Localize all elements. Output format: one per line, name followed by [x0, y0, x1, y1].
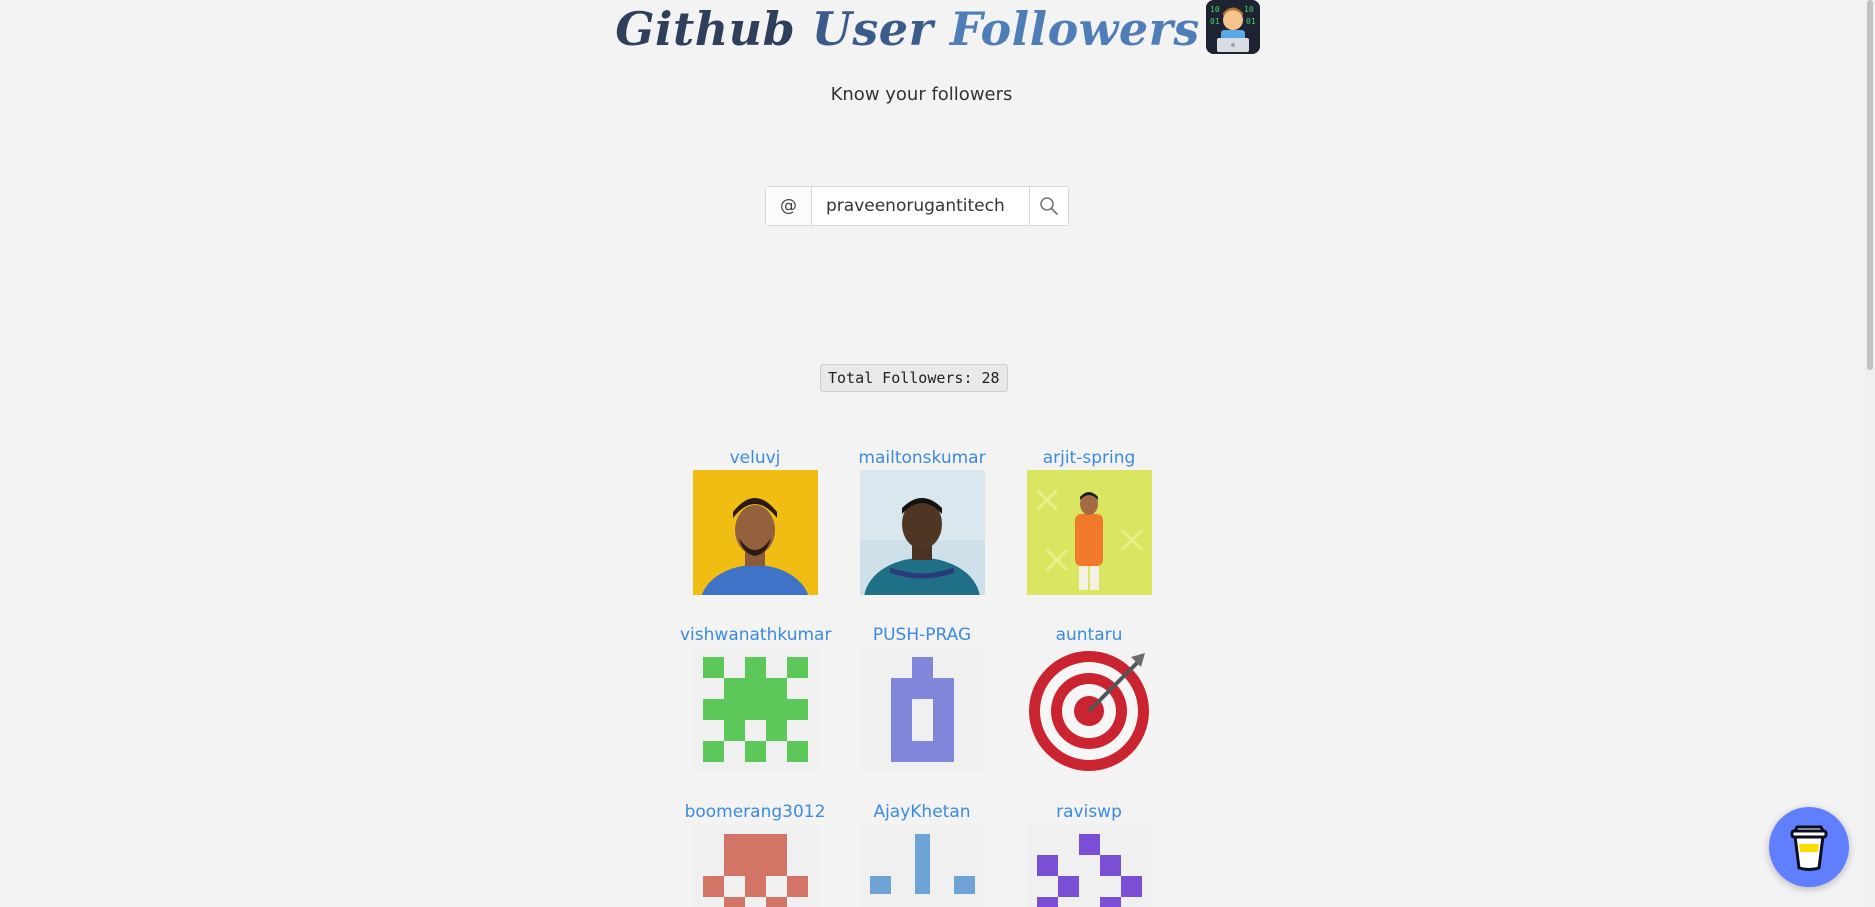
follower-login-link[interactable]: auntaru — [1014, 623, 1164, 647]
follower-avatar[interactable] — [859, 647, 985, 772]
follower-avatar[interactable] — [692, 470, 818, 595]
follower-avatar[interactable] — [859, 824, 985, 907]
follower-avatar[interactable] — [1026, 647, 1152, 772]
follower-login-link[interactable]: PUSH-PRAG — [847, 623, 997, 647]
search-prefix: @ — [766, 187, 812, 225]
follower-avatar[interactable] — [692, 824, 818, 907]
follower-avatar[interactable] — [1026, 470, 1152, 595]
follower-login-link[interactable]: vishwanathkumar — [680, 623, 831, 647]
title-word-user: User — [811, 2, 934, 56]
total-followers-badge: Total Followers: 28 — [820, 364, 1008, 392]
header: Github User Followers 10 10 01 01 — [0, 0, 1875, 60]
follower-card: veluvj — [680, 446, 830, 595]
technologist-emoji-icon: 10 10 01 01 — [1205, 0, 1260, 54]
page: Github User Followers 10 10 01 01 Know y… — [0, 0, 1875, 907]
title-word-followers: Followers — [949, 2, 1200, 56]
svg-text:10: 10 — [1210, 5, 1220, 14]
buy-me-a-coffee-button[interactable] — [1769, 807, 1849, 887]
scrollbar-thumb[interactable] — [1867, 0, 1873, 370]
page-title: Github User Followers — [615, 0, 1200, 58]
follower-login-link[interactable]: AjayKhetan — [847, 800, 997, 824]
follower-card: AjayKhetan — [847, 800, 997, 907]
follower-avatar[interactable] — [692, 647, 818, 772]
follower-card: vishwanathkumar — [680, 623, 831, 772]
svg-text:10: 10 — [1244, 5, 1254, 14]
follower-card: auntaru — [1014, 623, 1164, 772]
title-word-github: Github — [615, 2, 796, 56]
follower-login-link[interactable]: veluvj — [680, 446, 830, 470]
page-scrollbar[interactable] — [1865, 0, 1875, 907]
follower-card: mailtonskumar — [847, 446, 997, 595]
svg-text:01: 01 — [1210, 17, 1220, 26]
follower-avatar[interactable] — [1026, 824, 1152, 907]
follower-card: PUSH-PRAG — [847, 623, 997, 772]
username-search-input[interactable] — [812, 187, 1030, 225]
svg-text:01: 01 — [1246, 17, 1256, 26]
coffee-cup-icon — [1790, 825, 1828, 871]
subtitle: Know your followers — [830, 84, 1013, 105]
follower-card: raviswp — [1014, 800, 1164, 907]
follower-avatar[interactable] — [859, 470, 985, 595]
follower-card: boomerang3012 — [680, 800, 830, 907]
follower-login-link[interactable]: boomerang3012 — [680, 800, 830, 824]
follower-login-link[interactable]: arjit-spring — [1014, 446, 1164, 470]
search-group: @ — [765, 186, 1069, 226]
follower-card: arjit-spring — [1014, 446, 1164, 595]
search-button[interactable] — [1030, 187, 1068, 225]
search-icon — [1040, 197, 1058, 215]
follower-login-link[interactable]: raviswp — [1014, 800, 1164, 824]
follower-login-link[interactable]: mailtonskumar — [847, 446, 997, 470]
